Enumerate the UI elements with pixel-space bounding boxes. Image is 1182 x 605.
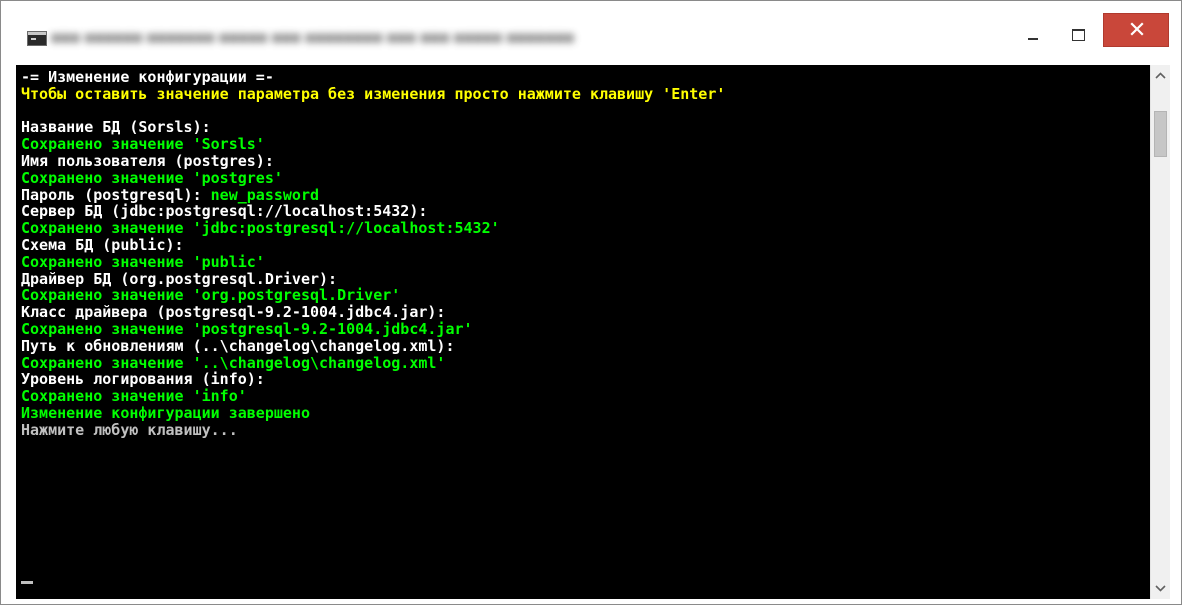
console-app-icon: [27, 31, 47, 46]
console-line: Сохранено значение 'jdbc:postgresql://lo…: [21, 219, 500, 238]
chevron-down-icon: [1155, 585, 1166, 592]
console-line: Сервер БД (jdbc:postgresql://localhost:5…: [21, 202, 428, 221]
text-cursor: [21, 581, 33, 584]
scroll-down-button[interactable]: [1151, 577, 1170, 599]
console-line: Нажмите любую клавишу...: [21, 420, 238, 439]
console-line: Название БД (Sorsls):: [21, 118, 211, 137]
console-line-segment: new_password: [210, 185, 320, 204]
console-line: Пароль (postgresql): new_password: [21, 185, 1149, 204]
console-line: Сохранено значение 'public': [21, 252, 265, 271]
console-line: Имя пользователя (postgres):: [21, 151, 274, 170]
maximize-button[interactable]: [1057, 15, 1103, 55]
window-title: ■■■ ■■■■■■ ■■■■■■■ ■■■■■ ■■■ ■■■■■■■■ ■■…: [51, 30, 575, 47]
window-bottom-border: [16, 599, 1170, 604]
console-line: Чтобы оставить значение параметра без из…: [21, 84, 726, 103]
console-line: -= Изменение конфигурации =-: [21, 68, 274, 86]
console-line: Схема БД (public):: [21, 235, 184, 254]
chevron-up-icon: [1155, 72, 1166, 79]
console-line: Изменение конфигурации завершено: [21, 403, 310, 422]
console-line: Сохранено значение 'org.postgresql.Drive…: [21, 286, 401, 305]
console-output-area[interactable]: -= Изменение конфигурации =- Чтобы остави…: [16, 65, 1150, 599]
scroll-up-button[interactable]: [1151, 65, 1170, 87]
scroll-thumb[interactable]: [1154, 111, 1167, 157]
console-line: Путь к обновлениям (..\changelog\changel…: [21, 336, 455, 355]
minimize-icon: [1028, 38, 1038, 40]
console-line: Сохранено значение 'Sorsls': [21, 135, 265, 154]
console-line: Уровень логирования (info):: [21, 370, 265, 389]
console-line: Сохранено значение 'postgresql-9.2-1004.…: [21, 319, 473, 338]
vertical-scrollbar[interactable]: [1150, 65, 1170, 599]
console-window: ■■■ ■■■■■■ ■■■■■■■ ■■■■■ ■■■ ■■■■■■■■ ■■…: [0, 0, 1182, 605]
console-line-segment: Пароль (postgresql):: [21, 185, 211, 204]
console-line: Драйвер БД (org.postgresql.Driver):: [21, 269, 338, 288]
minimize-button[interactable]: [1011, 15, 1057, 55]
close-button[interactable]: [1103, 13, 1169, 47]
close-icon: [1130, 22, 1144, 36]
console-line: Сохранено значение 'postgres': [21, 168, 283, 187]
title-bar[interactable]: ■■■ ■■■■■■ ■■■■■■■ ■■■■■ ■■■ ■■■■■■■■ ■■…: [1, 1, 1181, 65]
console-line: Сохранено значение '..\changelog\changel…: [21, 353, 446, 372]
maximize-icon: [1072, 29, 1085, 41]
console-line: Класс драйвера (postgresql-9.2-1004.jdbc…: [21, 303, 446, 322]
console-text: -= Изменение конфигурации =- Чтобы остави…: [21, 69, 1149, 439]
console-line: Сохранено значение 'info': [21, 387, 247, 406]
